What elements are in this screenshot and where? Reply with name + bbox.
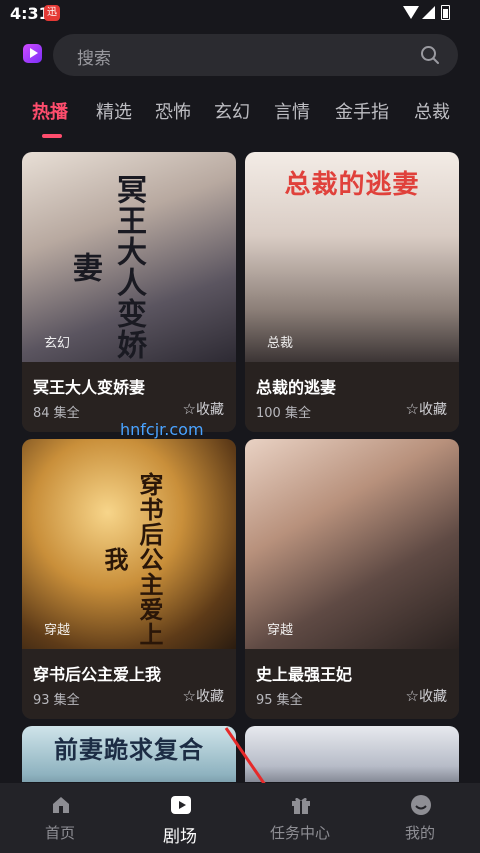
favorite-button[interactable]: ☆收藏 <box>183 399 224 419</box>
wifi-icon <box>403 6 419 19</box>
battery-icon <box>441 5 450 20</box>
star-icon: ☆ <box>405 687 419 705</box>
nav-label: 剧场 <box>163 827 197 847</box>
favorite-button[interactable]: ☆收藏 <box>406 399 447 419</box>
gift-icon <box>292 797 310 814</box>
favorite-button[interactable]: ☆收藏 <box>183 686 224 706</box>
favorite-button[interactable]: ☆收藏 <box>406 686 447 706</box>
genre-tag: 穿越 <box>267 623 294 638</box>
nav-label: 首页 <box>44 824 75 842</box>
drama-info: 史上最强王妃 95 集全 ☆收藏 <box>245 649 459 719</box>
drama-card[interactable]: 穿越 史上最强王妃 95 集全 ☆收藏 <box>245 439 459 719</box>
cover-title: 穿书后公主爱上我 <box>100 471 163 647</box>
drama-card[interactable]: 前妻跪求复合 <box>22 726 236 782</box>
drama-title: 史上最强王妃 <box>256 665 353 684</box>
tab-fantasy[interactable]: 玄幻 <box>214 98 250 124</box>
status-bar: 4:31 迅 <box>0 0 480 28</box>
search-row: 搜索 <box>0 32 480 78</box>
favorite-label: 收藏 <box>419 402 447 418</box>
cover-title: 冥王大人变娇妻 <box>67 174 146 360</box>
nav-label: 任务中心 <box>269 824 330 842</box>
drama-cover: 穿书后公主爱上我 穿越 <box>22 439 236 649</box>
notification-icon: 迅 <box>44 5 60 21</box>
nav-tasks[interactable]: 任务中心 <box>240 783 360 853</box>
episode-count: 84 集全 <box>33 406 80 421</box>
app-logo-icon <box>23 44 42 63</box>
genre-tag: 总裁 <box>267 336 294 351</box>
search-placeholder: 搜索 <box>77 49 111 69</box>
episode-count: 95 集全 <box>256 693 303 708</box>
tab-ceo[interactable]: 总裁 <box>414 98 450 124</box>
drama-cover: 冥王大人变娇妻 玄幻 <box>22 152 236 362</box>
tab-horror[interactable]: 恐怖 <box>155 98 191 124</box>
cover-title: 总裁的逃妻 <box>284 170 420 200</box>
nav-label: 我的 <box>404 824 435 842</box>
episode-count: 93 集全 <box>33 693 80 708</box>
tab-romance[interactable]: 言情 <box>274 98 310 124</box>
tab-indicator <box>42 134 62 138</box>
nav-theater[interactable]: 剧场 <box>120 783 240 853</box>
drama-cover: 前妻跪求复合 <box>22 726 236 782</box>
category-tabs: 热播 精选 恐怖 玄幻 言情 金手指 总裁 <box>0 98 480 138</box>
cover-title: 前妻跪求复合 <box>54 736 204 764</box>
genre-tag: 穿越 <box>44 623 71 638</box>
drama-card[interactable]: 总裁的逃妻 总裁 总裁的逃妻 100 集全 ☆收藏 <box>245 152 459 432</box>
favorite-label: 收藏 <box>196 402 224 418</box>
bottom-nav: 首页 剧场 任务中心 我的 <box>0 783 480 853</box>
search-input[interactable]: 搜索 <box>53 34 458 76</box>
drama-title: 冥王大人变娇妻 <box>33 378 146 397</box>
watermark-text: hnfcjr.com <box>120 420 204 439</box>
drama-card[interactable]: 穿书后公主爱上我 穿越 穿书后公主爱上我 93 集全 ☆收藏 <box>22 439 236 719</box>
episode-count: 100 集全 <box>256 406 311 421</box>
drama-grid: 冥王大人变娇妻 玄幻 冥王大人变娇妻 84 集全 ☆收藏 总裁的逃妻 总裁 总裁… <box>22 152 459 782</box>
star-icon: ☆ <box>182 400 196 418</box>
search-icon[interactable] <box>420 45 440 65</box>
drama-title: 总裁的逃妻 <box>256 378 337 397</box>
play-icon <box>171 796 191 814</box>
nav-home[interactable]: 首页 <box>0 783 120 853</box>
drama-info: 总裁的逃妻 100 集全 ☆收藏 <box>245 362 459 432</box>
star-icon: ☆ <box>405 400 419 418</box>
nav-profile[interactable]: 我的 <box>360 783 480 853</box>
tab-golden-finger[interactable]: 金手指 <box>335 98 389 124</box>
home-icon <box>53 797 69 813</box>
genre-tag: 玄幻 <box>44 336 71 351</box>
star-icon: ☆ <box>182 687 196 705</box>
tab-featured[interactable]: 精选 <box>96 98 132 124</box>
drama-cover: 总裁的逃妻 总裁 <box>245 152 459 362</box>
drama-cover: 穿越 <box>245 439 459 649</box>
profile-icon <box>411 795 431 815</box>
drama-info: 穿书后公主爱上我 93 集全 ☆收藏 <box>22 649 236 719</box>
drama-card[interactable]: 冥王大人变娇妻 玄幻 冥王大人变娇妻 84 集全 ☆收藏 <box>22 152 236 432</box>
tab-hot[interactable]: 热播 <box>32 98 68 124</box>
favorite-label: 收藏 <box>196 689 224 705</box>
favorite-label: 收藏 <box>419 689 447 705</box>
signal-icon <box>422 6 435 19</box>
drama-title: 穿书后公主爱上我 <box>33 665 162 684</box>
